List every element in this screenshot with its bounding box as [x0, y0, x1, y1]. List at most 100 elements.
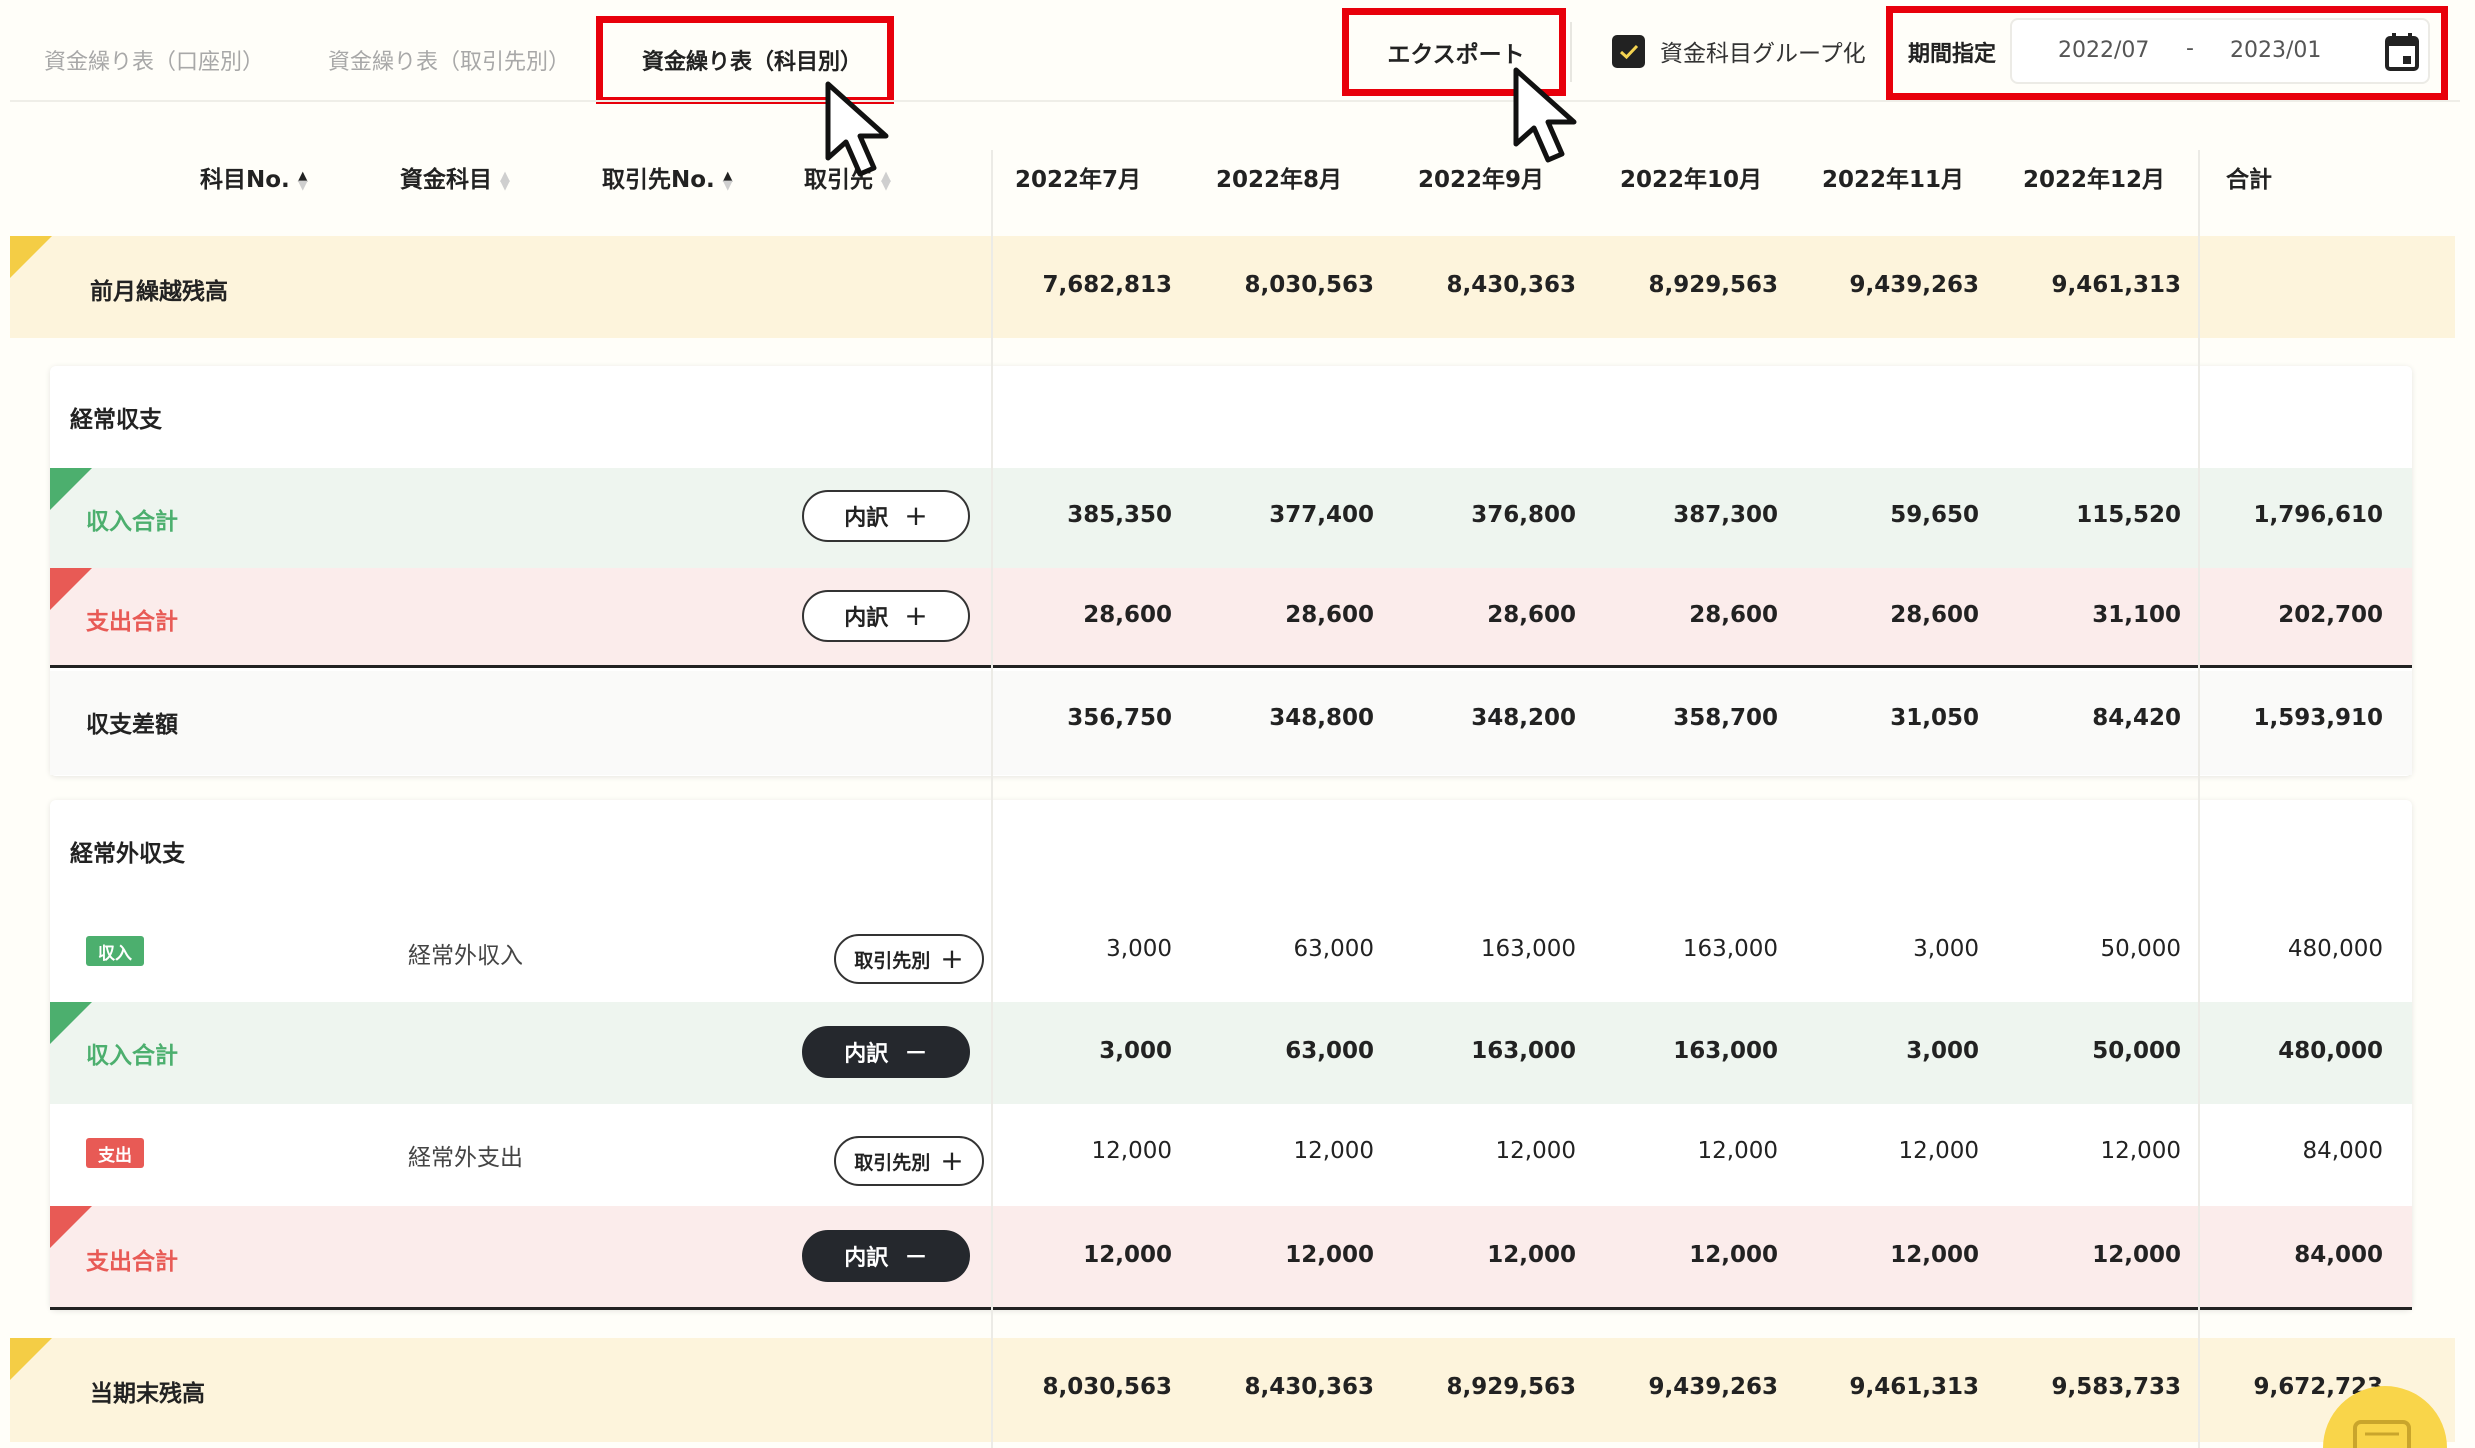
value-cell: 9,461,313 — [2051, 272, 2182, 298]
calendar-icon[interactable] — [2384, 32, 2420, 72]
row-label: 当期末残高 — [90, 1381, 205, 1407]
chat-icon — [2353, 1420, 2411, 1448]
breakdown-button[interactable]: 内訳 − — [802, 1230, 970, 1282]
value-cell: 28,600 — [1487, 602, 1576, 628]
total-cell: 202,700 — [2278, 602, 2383, 628]
column-divider — [991, 150, 993, 1448]
value-cell: 12,000 — [1285, 1242, 1374, 1268]
value-cell: 358,700 — [1673, 705, 1778, 731]
total-cell: 480,000 — [2287, 936, 2383, 962]
account-name: 経常外支出 — [408, 1145, 523, 1171]
value-cell: 7,682,813 — [1042, 272, 1173, 298]
total-cell: 84,000 — [2302, 1138, 2383, 1164]
closing-balance-row: 当期末残高 8,030,563 8,430,363 8,929,563 9,43… — [10, 1338, 2455, 1442]
section-title: 経常外収支 — [70, 841, 185, 867]
by-partner-button-label: 取引先別 — [854, 949, 931, 972]
column-divider — [2198, 150, 2200, 1448]
minus-icon: − — [904, 1035, 928, 1068]
header-account-no[interactable]: 科目No. ▲ ▼ — [200, 160, 308, 194]
value-cell: 12,000 — [1083, 1242, 1172, 1268]
value-cell: 8,929,563 — [1446, 1374, 1577, 1400]
value-cell: 356,750 — [1067, 705, 1172, 731]
value-cell: 59,650 — [1890, 502, 1979, 528]
breakdown-button[interactable]: 内訳 − — [802, 1026, 970, 1078]
value-cell: 115,520 — [2076, 502, 2181, 528]
value-cell: 12,000 — [2100, 1138, 2181, 1164]
row-label: 収支差額 — [86, 712, 178, 738]
section-title: 経常収支 — [70, 407, 162, 433]
value-cell: 12,000 — [1890, 1242, 1979, 1268]
value-cell: 31,100 — [2092, 602, 2181, 628]
expense-total-row: 支出合計 内訳 + 28,600 28,600 28,600 28,600 28,… — [50, 568, 2412, 668]
date-from[interactable]: 2022/07 — [2058, 38, 2149, 63]
breakdown-button[interactable]: 内訳 + — [802, 590, 970, 642]
header-month-5: 2022年11月 — [1822, 167, 1965, 193]
value-cell: 63,000 — [1293, 936, 1374, 962]
value-cell: 9,461,313 — [1849, 1374, 1980, 1400]
income-total-row: 収入合計 内訳 − 3,000 63,000 163,000 163,000 3,… — [50, 1002, 2412, 1104]
total-cell: 1,593,910 — [2253, 705, 2384, 731]
header-partner-no[interactable]: 取引先No. ▲ ▼ — [602, 160, 733, 194]
header-total: 合計 — [2226, 167, 2272, 193]
value-cell: 8,929,563 — [1648, 272, 1779, 298]
total-cell: 480,000 — [2278, 1038, 2383, 1064]
opening-balance-row: 前月繰越残高 7,682,813 8,030,563 8,430,363 8,9… — [10, 236, 2455, 338]
by-partner-button[interactable]: 取引先別 + — [834, 934, 984, 984]
mouse-cursor-icon — [1513, 67, 1577, 163]
value-cell: 8,430,363 — [1244, 1374, 1375, 1400]
value-cell: 385,350 — [1067, 502, 1172, 528]
header-partner-no-label: 取引先No. — [602, 167, 715, 193]
plus-icon: + — [940, 1144, 964, 1177]
value-cell: 12,000 — [1091, 1138, 1172, 1164]
expense-total-row: 支出合計 内訳 − 12,000 12,000 12,000 12,000 12,… — [50, 1206, 2412, 1310]
by-partner-button[interactable]: 取引先別 + — [834, 1136, 984, 1186]
value-cell: 28,600 — [1083, 602, 1172, 628]
value-cell: 8,030,563 — [1042, 1374, 1173, 1400]
plus-icon: + — [904, 599, 928, 632]
income-item-row: 収入 経常外収入 取引先別 + 3,000 63,000 163,000 163,… — [50, 902, 2412, 1002]
value-cell: 3,000 — [1906, 1038, 1979, 1064]
value-cell: 3,000 — [1913, 936, 1979, 962]
header-account-label: 資金科目 — [400, 167, 492, 193]
value-cell: 31,050 — [1890, 705, 1979, 731]
tab-by-account[interactable]: 資金繰り表（口座別） — [44, 44, 264, 76]
value-cell: 163,000 — [1682, 936, 1778, 962]
sort-icon[interactable]: ▲ ▼ — [500, 170, 510, 192]
header-month-6: 2022年12月 — [2023, 167, 2166, 193]
value-cell: 348,800 — [1269, 705, 1374, 731]
value-cell: 3,000 — [1106, 936, 1172, 962]
group-checkbox-label: 資金科目グループ化 — [1660, 41, 1866, 67]
total-cell: 84,000 — [2294, 1242, 2383, 1268]
row-label: 支出合計 — [86, 609, 178, 635]
value-cell: 12,000 — [1697, 1138, 1778, 1164]
header-account[interactable]: 資金科目 ▲ ▼ — [400, 160, 510, 194]
check-icon — [1619, 44, 1638, 59]
breakdown-button[interactable]: 内訳 + — [802, 490, 970, 542]
group-checkbox[interactable] — [1612, 35, 1645, 68]
minus-icon: − — [904, 1239, 928, 1272]
value-cell: 12,000 — [1293, 1138, 1374, 1164]
row-label: 収入合計 — [86, 509, 178, 535]
sort-icon[interactable]: ▲ ▼ — [723, 170, 733, 192]
value-cell: 3,000 — [1099, 1038, 1172, 1064]
value-cell: 50,000 — [2092, 1038, 2181, 1064]
row-marker — [10, 236, 52, 278]
breakdown-button-label: 内訳 — [844, 506, 889, 531]
expense-item-row: 支出 経常外支出 取引先別 + 12,000 12,000 12,000 12,0… — [50, 1104, 2412, 1206]
value-cell: 63,000 — [1285, 1038, 1374, 1064]
value-cell: 12,000 — [1689, 1242, 1778, 1268]
expense-badge: 支出 — [86, 1138, 144, 1168]
period-label: 期間指定 — [1908, 42, 1997, 67]
income-badge: 収入 — [86, 936, 144, 966]
row-label: 支出合計 — [86, 1249, 178, 1275]
value-cell: 163,000 — [1471, 1038, 1576, 1064]
value-cell: 28,600 — [1890, 602, 1979, 628]
date-to[interactable]: 2023/01 — [2230, 38, 2321, 63]
sort-icon[interactable]: ▲ ▼ — [298, 170, 308, 192]
plus-icon: + — [940, 942, 964, 975]
value-cell: 12,000 — [2092, 1242, 2181, 1268]
value-cell: 9,583,733 — [2051, 1374, 2182, 1400]
value-cell: 387,300 — [1673, 502, 1778, 528]
value-cell: 28,600 — [1285, 602, 1374, 628]
tab-by-partner[interactable]: 資金繰り表（取引先別） — [328, 44, 570, 76]
